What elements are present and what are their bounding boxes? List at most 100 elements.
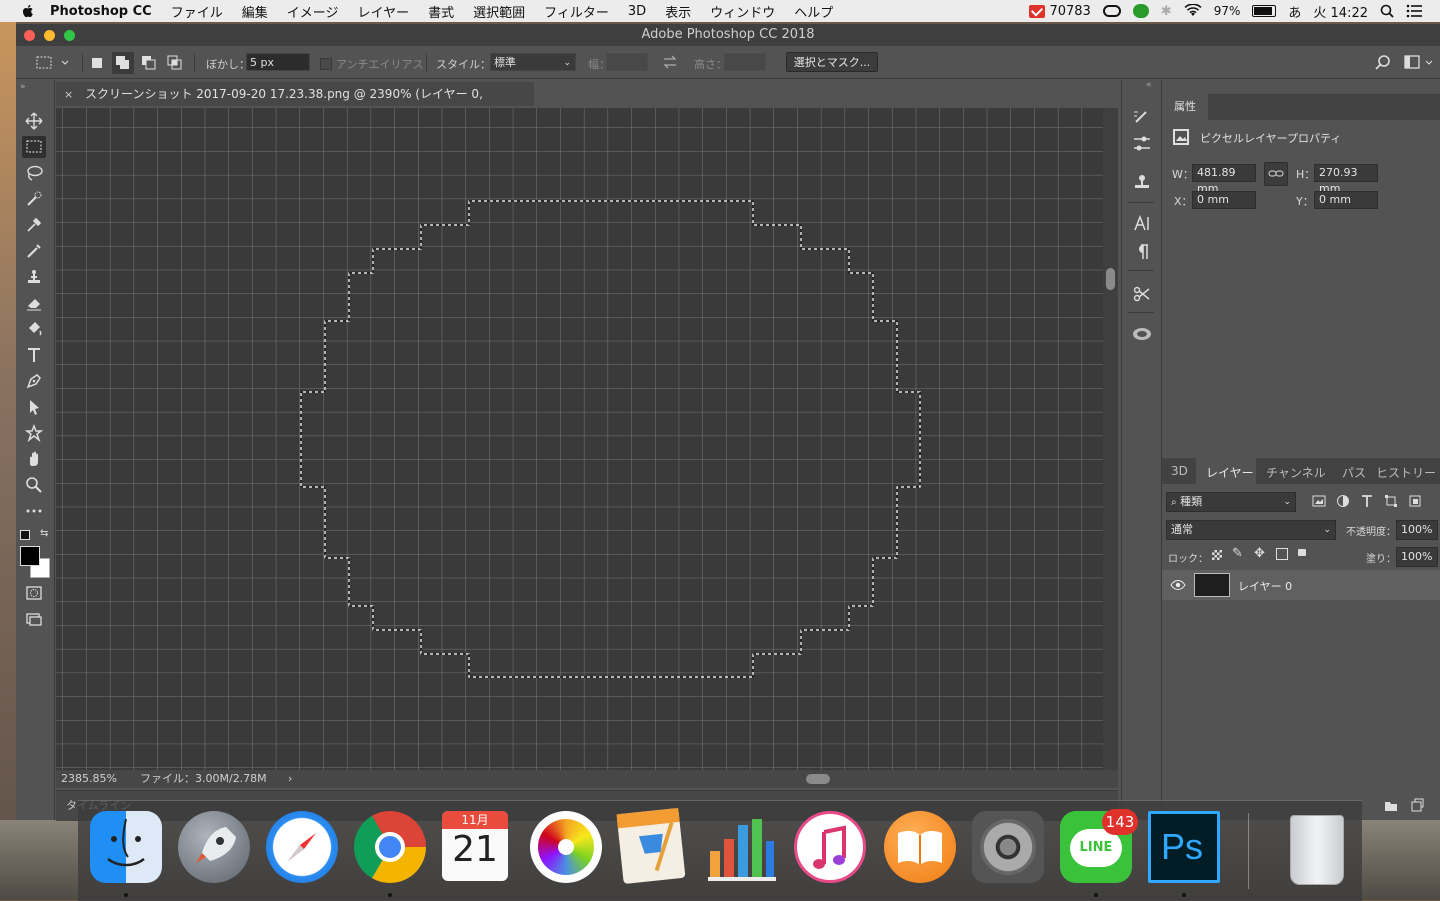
vertical-scroll-thumb[interactable] xyxy=(1106,268,1115,290)
pen-tool[interactable] xyxy=(22,370,46,392)
minimize-window-button[interactable] xyxy=(44,30,55,41)
line-menubar-icon[interactable] xyxy=(1132,4,1149,18)
document-tab[interactable]: × スクリーンショット 2017-09-20 17.23.38.png @ 23… xyxy=(56,82,534,126)
menu-filter[interactable]: フィルター xyxy=(544,2,609,21)
pixel-grid-canvas[interactable] xyxy=(56,108,1103,770)
custom-shape-tool[interactable] xyxy=(22,422,46,444)
adjustments-icon[interactable] xyxy=(1132,134,1152,154)
y-prop-input[interactable]: 0 mm xyxy=(1314,191,1378,209)
blend-mode-select[interactable]: 通常 ⌄ xyxy=(1166,520,1336,540)
lock-all-icon[interactable] xyxy=(1298,549,1306,556)
photoshop-icon[interactable]: Ps xyxy=(1148,811,1220,883)
ibooks-icon[interactable] xyxy=(884,811,956,883)
opacity-input[interactable]: 100% xyxy=(1396,520,1438,540)
quick-selection-tool[interactable] xyxy=(22,188,46,210)
chrome-icon[interactable] xyxy=(354,811,426,883)
filter-shape-icon[interactable] xyxy=(1384,494,1398,508)
close-window-button[interactable] xyxy=(24,30,35,41)
wifi-icon[interactable] xyxy=(1184,4,1202,18)
layer-row[interactable]: レイヤー 0 xyxy=(1162,570,1440,600)
crop-eyedropper-tool[interactable] xyxy=(22,214,46,236)
tab-channels[interactable]: チャンネル xyxy=(1266,464,1326,481)
close-document-icon[interactable]: × xyxy=(64,88,73,101)
system-preferences-icon[interactable] xyxy=(972,811,1044,883)
new-selection-icon[interactable] xyxy=(90,56,104,70)
menu-view[interactable]: 表示 xyxy=(665,2,691,21)
clone-stamp-tool[interactable] xyxy=(22,266,46,288)
tab-3d[interactable]: 3D xyxy=(1171,464,1188,478)
zoom-level[interactable]: 2385.85% xyxy=(61,770,117,788)
rectangular-marquee-tool[interactable] xyxy=(22,136,46,158)
intersect-selection-icon[interactable] xyxy=(166,54,184,72)
input-method-indicator[interactable]: あ xyxy=(1288,2,1301,21)
menu-app-name[interactable]: Photoshop CC xyxy=(50,4,152,19)
tab-paths[interactable]: パス xyxy=(1342,464,1366,481)
workspace-switcher-icon[interactable] xyxy=(1404,55,1434,71)
menu-file[interactable]: ファイル xyxy=(171,2,223,21)
search-icon[interactable] xyxy=(1374,54,1392,72)
menu-help[interactable]: ヘルプ xyxy=(794,2,833,21)
type-tool[interactable] xyxy=(22,344,46,366)
brush-settings-icon[interactable] xyxy=(1132,106,1152,126)
filter-pixel-icon[interactable] xyxy=(1312,494,1326,508)
lock-position-icon[interactable]: ✥ xyxy=(1254,546,1265,561)
paragraph-icon[interactable] xyxy=(1132,242,1152,262)
libraries-icon[interactable] xyxy=(1131,324,1153,344)
bluetooth-icon[interactable]: ✱ xyxy=(1161,4,1172,19)
filter-adjustment-icon[interactable] xyxy=(1336,494,1350,508)
pages-icon[interactable] xyxy=(616,807,686,885)
finder-icon[interactable] xyxy=(90,811,162,883)
layer-filter-select[interactable]: ⌕ 種類 ⌄ xyxy=(1166,492,1296,512)
document-canvas[interactable] xyxy=(56,108,1103,770)
mail-icon[interactable] xyxy=(1029,3,1046,18)
menu-edit[interactable]: 編集 xyxy=(242,2,268,21)
height-input[interactable] xyxy=(724,53,766,71)
lock-image-icon[interactable]: ✎ xyxy=(1232,546,1243,561)
launchpad-icon[interactable] xyxy=(178,811,250,883)
width-prop-input[interactable]: 481.89 mm xyxy=(1192,164,1256,195)
quick-mask-button[interactable] xyxy=(22,582,46,604)
subtract-from-selection-icon[interactable] xyxy=(140,54,158,72)
new-layer-icon[interactable] xyxy=(1410,798,1424,812)
itunes-icon[interactable] xyxy=(794,811,866,883)
new-group-icon[interactable] xyxy=(1384,800,1398,812)
fill-input[interactable]: 100% xyxy=(1396,547,1438,567)
tab-layers[interactable]: レイヤー xyxy=(1196,458,1256,484)
menu-select[interactable]: 選択範囲 xyxy=(473,2,525,21)
hand-tool[interactable] xyxy=(22,448,46,470)
battery-icon[interactable] xyxy=(1252,5,1277,17)
collapse-arrows-icon[interactable]: » xyxy=(20,82,26,92)
more-tools-button[interactable] xyxy=(22,500,46,522)
properties-tab[interactable]: 属性 xyxy=(1162,94,1208,120)
zoom-tool[interactable] xyxy=(22,474,46,496)
tab-history[interactable]: ヒストリー xyxy=(1376,464,1436,481)
zoom-window-button[interactable] xyxy=(64,30,75,41)
style-select[interactable]: 標準 ⌄ xyxy=(490,53,576,71)
lock-transparent-icon[interactable] xyxy=(1212,550,1222,560)
numbers-icon[interactable] xyxy=(706,811,778,883)
swap-width-height-icon[interactable] xyxy=(662,55,678,69)
menu-type[interactable]: 書式 xyxy=(428,2,454,21)
tool-presets-icon[interactable] xyxy=(1132,284,1152,304)
character-icon[interactable] xyxy=(1132,214,1152,234)
screen-mode-button[interactable] xyxy=(22,608,46,630)
menu-image[interactable]: イメージ xyxy=(287,2,339,21)
trash-icon[interactable] xyxy=(1282,811,1354,885)
creative-cloud-icon[interactable] xyxy=(1102,5,1121,17)
healing-brush-tool[interactable] xyxy=(22,240,46,262)
paint-bucket-tool[interactable] xyxy=(22,318,46,340)
clock[interactable]: 火 14:22 xyxy=(1313,2,1368,21)
antialias-checkbox[interactable] xyxy=(320,58,332,70)
filter-type-icon[interactable] xyxy=(1360,494,1374,508)
marquee-preset-icon[interactable] xyxy=(36,56,70,70)
vertical-scrollbar[interactable] xyxy=(1103,108,1118,770)
width-input[interactable] xyxy=(606,53,648,71)
notification-center-icon[interactable] xyxy=(1406,4,1422,18)
feather-input[interactable]: 5 px xyxy=(246,53,310,71)
lasso-tool[interactable] xyxy=(22,162,46,184)
eraser-tool[interactable] xyxy=(22,292,46,314)
foreground-color-swatch[interactable] xyxy=(20,546,40,566)
spotlight-icon[interactable] xyxy=(1380,4,1394,18)
default-colors-icon[interactable] xyxy=(20,530,30,540)
x-prop-input[interactable]: 0 mm xyxy=(1192,191,1256,209)
